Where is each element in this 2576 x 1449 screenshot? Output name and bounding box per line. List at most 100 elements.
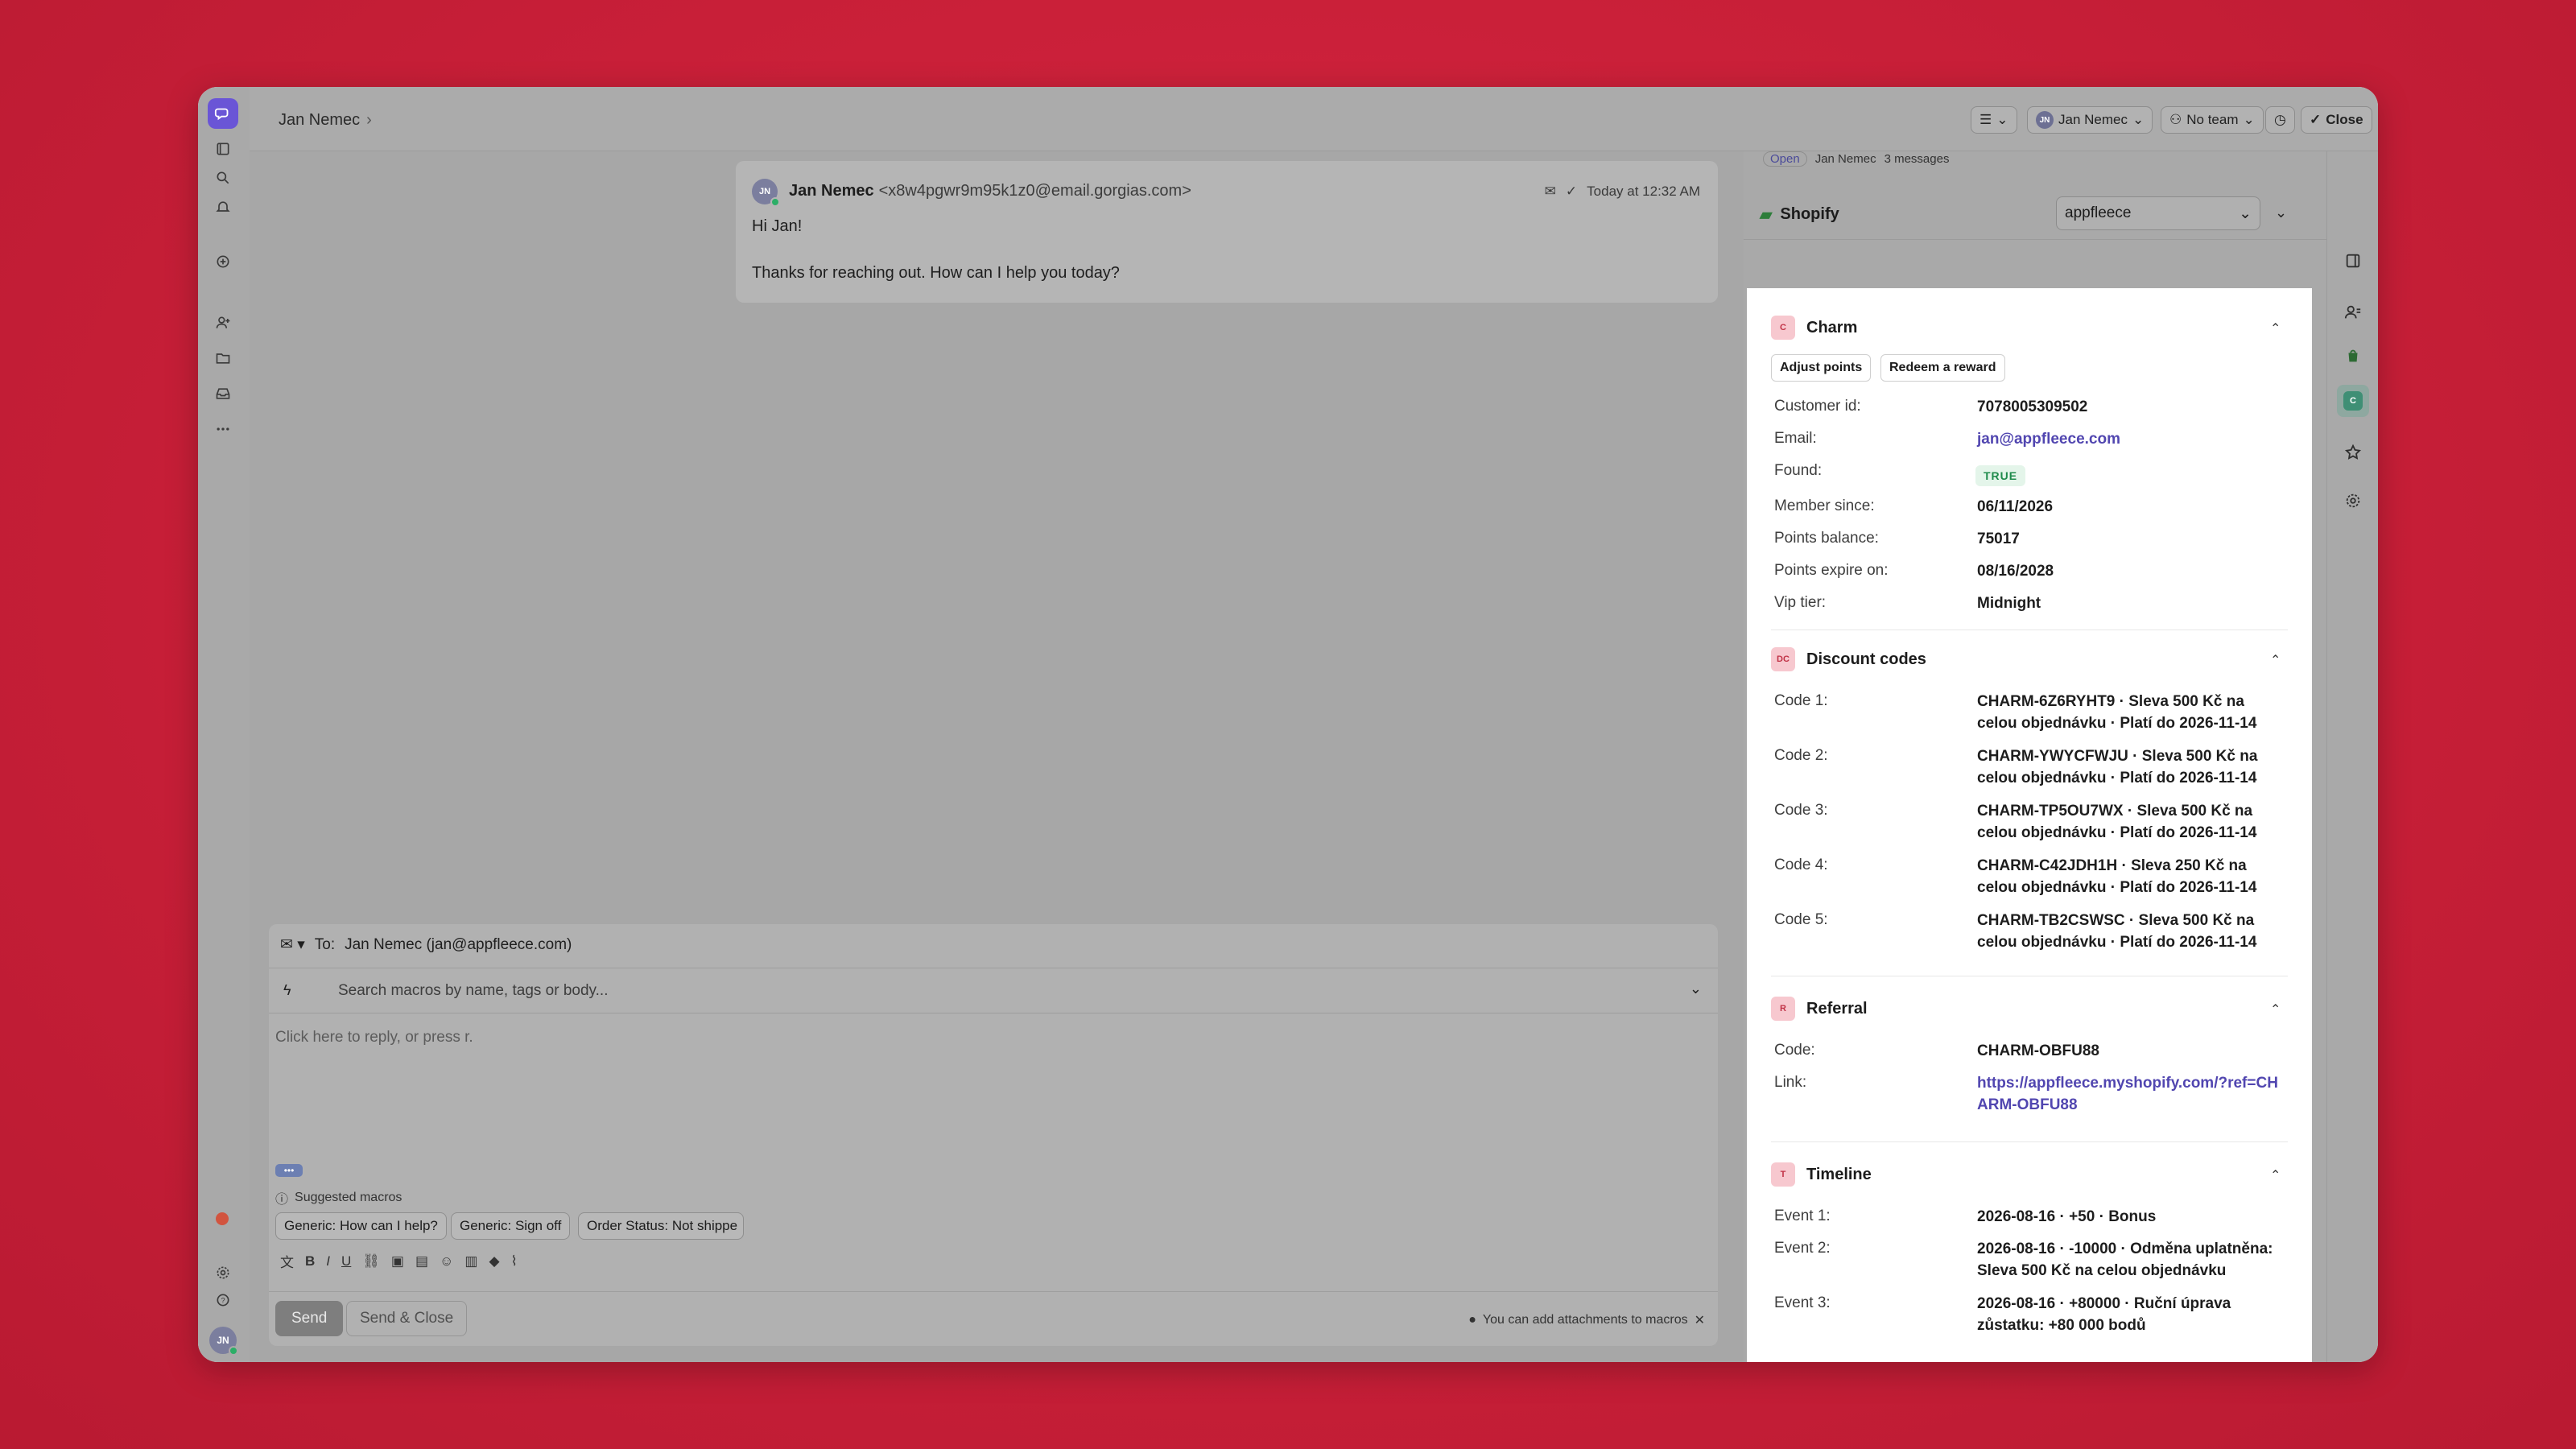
- customer-profile-icon[interactable]: [2343, 303, 2363, 322]
- underline-icon[interactable]: U: [341, 1253, 351, 1269]
- settings-gear-icon[interactable]: [214, 1264, 232, 1282]
- gallery-icon[interactable]: ▤: [415, 1253, 428, 1269]
- help-icon[interactable]: ?: [214, 1291, 232, 1309]
- snooze-button[interactable]: ◷: [2265, 106, 2295, 134]
- expand-quote-button[interactable]: •••: [275, 1164, 303, 1177]
- status-indicator-icon[interactable]: [216, 1212, 229, 1225]
- macro-chip[interactable]: Generic: Sign off: [451, 1212, 571, 1240]
- inbox-icon[interactable]: [214, 385, 232, 402]
- shopify-bag-icon: ▰: [1760, 206, 1773, 224]
- online-status-icon: [770, 197, 780, 207]
- field-label: Code 1:: [1774, 692, 1828, 709]
- message-meta: ✉ ✓ Today at 12:32 AM: [1545, 184, 1700, 200]
- chevron-down-icon: ⌄: [2243, 112, 2255, 127]
- referral-link[interactable]: https://appfleece.myshopify.com/?ref=CHA…: [1977, 1072, 2280, 1116]
- field-label: Email:: [1774, 430, 1817, 447]
- clock-icon: ◷: [2274, 112, 2286, 127]
- attachment-icon[interactable]: ⌇: [511, 1253, 518, 1269]
- email-channel-icon[interactable]: ✉ ▾: [280, 935, 305, 954]
- dismiss-close-icon[interactable]: ✕: [1695, 1312, 1705, 1328]
- bell-icon[interactable]: [214, 198, 232, 216]
- field-label: Event 2:: [1774, 1240, 1831, 1257]
- chevron-up-icon[interactable]: ⌃: [2270, 1001, 2285, 1017]
- vip-tier-value: Midnight: [1977, 595, 2041, 612]
- chevron-down-icon[interactable]: ⌄: [1690, 980, 1702, 997]
- discount-code-value: CHARM-YWYCFWJU · Sleva 500 Kč na celou o…: [1977, 748, 2258, 786]
- message-line: Hi Jan!: [752, 217, 803, 235]
- email-link[interactable]: jan@appfleece.com: [1977, 428, 2280, 450]
- settings-gear-icon[interactable]: [2343, 491, 2363, 510]
- macro-search-input[interactable]: Search macros by name, tags or body...: [338, 982, 608, 1000]
- reply-body-input[interactable]: Click here to reply, or press r.: [275, 1029, 473, 1046]
- timeline-header[interactable]: T Timeline: [1771, 1162, 1872, 1187]
- sender-initials: JN: [758, 187, 771, 196]
- discount-icon[interactable]: ▥: [464, 1253, 477, 1269]
- team-name: No team: [2186, 112, 2239, 127]
- discount-code-value: CHARM-TP5OU7WX · Sleva 500 Kč na celou o…: [1977, 803, 2257, 841]
- toggle-panel-icon[interactable]: [2343, 251, 2363, 270]
- breadcrumb[interactable]: Jan Nemec ›: [279, 111, 372, 130]
- timeline-event-value: 2026-08-16 · +80000 · Ruční úprava zůsta…: [1977, 1295, 2231, 1334]
- timeline-event-value: 2026-08-16 · +50 · Bonus: [1977, 1208, 2157, 1225]
- field-label: Event 3:: [1774, 1294, 1831, 1311]
- formatting-toolbar: 文 B I U ⛓ ▣ ▤ ☺ ▥ ◆ ⌇: [280, 1251, 518, 1271]
- chevron-up-icon[interactable]: ⌃: [2270, 320, 2285, 336]
- reply-editor: ✉ ▾ To: Jan Nemec (jan@appfleece.com) ϟ Se…: [269, 924, 1718, 1346]
- discount-code-value: CHARM-TB2CSWSC · Sleva 500 Kč na celou o…: [1977, 912, 2257, 951]
- charm-section-header[interactable]: C Charm: [1771, 316, 1857, 340]
- recipient-row[interactable]: ✉ ▾ To: Jan Nemec (jan@appfleece.com): [280, 935, 572, 954]
- charm-title: Charm: [1806, 318, 1858, 336]
- adjust-points-button[interactable]: Adjust points: [1771, 354, 1872, 382]
- store-select[interactable]: appfleece ⌄: [2056, 196, 2260, 230]
- translate-icon[interactable]: 文: [280, 1251, 294, 1271]
- field-label: Code:: [1774, 1042, 1815, 1059]
- charm-app-icon[interactable]: C: [2337, 385, 2369, 417]
- send-button[interactable]: Send: [275, 1301, 344, 1336]
- star-icon[interactable]: [2343, 443, 2363, 462]
- discount-codes-header[interactable]: DC Discount codes: [1771, 647, 1926, 671]
- bold-icon[interactable]: B: [305, 1253, 315, 1269]
- sender-avatar: JN: [752, 179, 780, 207]
- team-dropdown[interactable]: ⚇ No team ⌄: [2161, 106, 2264, 134]
- image-icon[interactable]: ▣: [391, 1253, 404, 1269]
- assignee-dropdown[interactable]: JN Jan Nemec ⌄: [2027, 106, 2153, 134]
- tag-icon[interactable]: ◆: [489, 1253, 499, 1269]
- views-icon[interactable]: [214, 140, 232, 158]
- chevron-up-icon[interactable]: ⌃: [2270, 652, 2285, 667]
- member-since-value: 06/11/2026: [1977, 498, 2054, 515]
- macro-chip[interactable]: Generic: How can I help?: [275, 1212, 447, 1240]
- ticket-summary[interactable]: Open Jan Nemec 3 messages: [1763, 151, 1949, 167]
- emoji-icon[interactable]: ☺: [440, 1253, 453, 1269]
- breadcrumb-customer: Jan Nemec: [279, 111, 361, 129]
- shopify-icon[interactable]: [2343, 346, 2363, 365]
- referral-header[interactable]: R Referral: [1771, 997, 1868, 1021]
- app-logo-icon[interactable]: [208, 98, 238, 129]
- close-ticket-button[interactable]: ✓ Close: [2301, 106, 2372, 134]
- redeem-reward-button[interactable]: Redeem a reward: [1880, 354, 2005, 382]
- search-icon[interactable]: [214, 169, 232, 187]
- list-icon: ☰: [1979, 112, 1992, 127]
- send-and-close-button[interactable]: Send & Close: [346, 1301, 468, 1336]
- add-icon[interactable]: [214, 253, 232, 270]
- suggested-macros-text: Suggested macros: [295, 1191, 402, 1204]
- add-user-icon[interactable]: [214, 314, 232, 332]
- ticket-topbar: Jan Nemec › ☰ ⌄ JN Jan Nemec ⌄ ⚇ No team ⌄ ◷ ✓…: [250, 87, 2378, 151]
- folder-icon[interactable]: [214, 349, 232, 367]
- italic-icon[interactable]: I: [326, 1253, 330, 1269]
- macro-chip[interactable]: Order Status: Not shippe: [578, 1212, 744, 1240]
- chevron-down-icon: ⌄: [2239, 204, 2252, 222]
- field-label: Points balance:: [1774, 530, 1879, 547]
- info-icon: ⓘ: [275, 1193, 289, 1207]
- divider: [269, 1291, 1718, 1292]
- user-avatar[interactable]: JN: [209, 1327, 238, 1356]
- chevron-up-icon[interactable]: ⌃: [2270, 1167, 2285, 1183]
- collapse-shopify-icon[interactable]: ⌄: [2275, 204, 2287, 221]
- more-icon[interactable]: [214, 420, 232, 438]
- sort-dropdown[interactable]: ☰ ⌄: [1971, 106, 2017, 134]
- field-label: Code 4:: [1774, 857, 1828, 873]
- link-icon[interactable]: ⛓: [362, 1253, 380, 1269]
- found-badge: TRUE: [1975, 465, 2026, 486]
- lightning-icon: ϟ: [283, 982, 291, 998]
- chevron-down-icon: ⌄: [1996, 112, 2008, 127]
- message-sender: Jan Nemec <x8w4pgwr9m95k1z0@email.gorgias…: [789, 182, 1191, 200]
